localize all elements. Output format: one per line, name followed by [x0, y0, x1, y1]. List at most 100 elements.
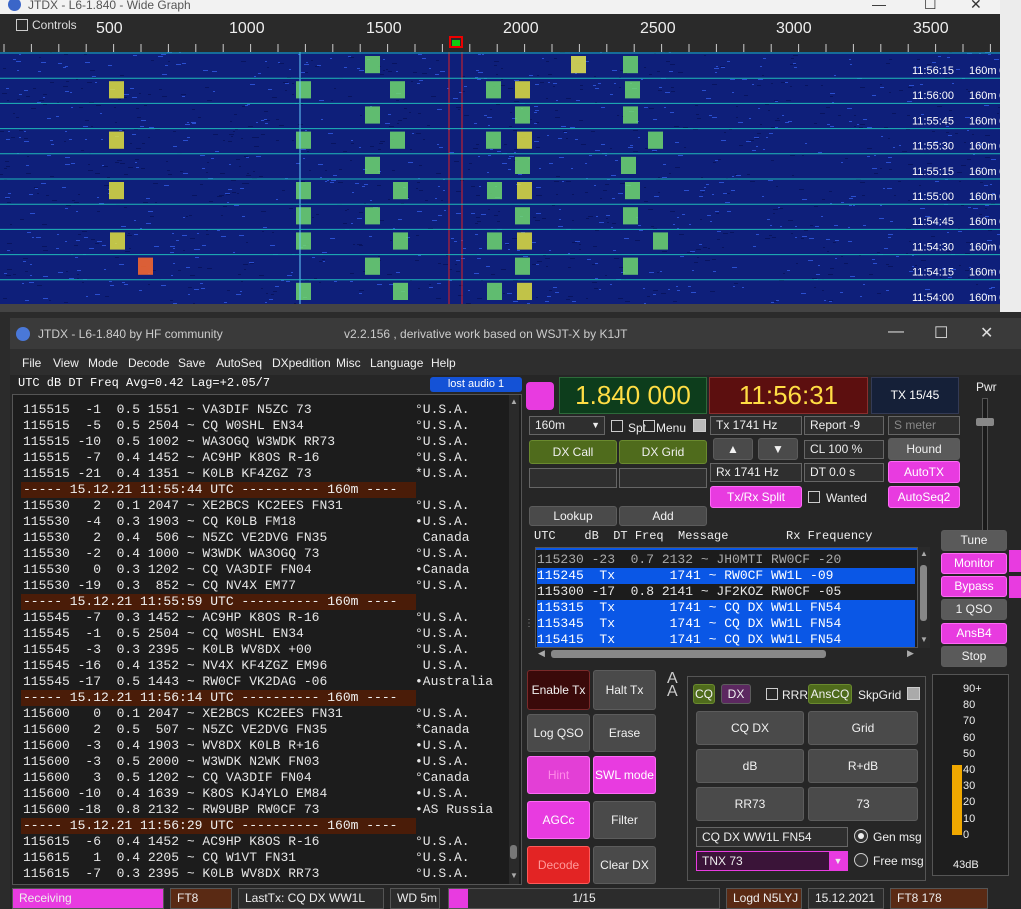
decode-row[interactable]: 115530 2 0.1 2047 ~ XE2BCS KC2EES FN31 [23, 498, 343, 514]
menu-autoseq[interactable]: AutoSeq [216, 356, 262, 370]
band-activity-list[interactable]: ▲ ▼ 115515 -1 0.5 1551 ~ VA3DIF N5ZC 73 °… [12, 394, 522, 885]
decode-row[interactable]: 115515 -21 0.4 1351 ~ K0LB KF4ZGZ 73 [23, 466, 312, 482]
scroll-thumb[interactable] [510, 845, 517, 859]
autoseq2-button[interactable]: AutoSeq2 [888, 486, 960, 508]
rx-window-scrollbar[interactable]: ▲ ▼ [918, 547, 930, 648]
enable-tx-button[interactable]: Enable Tx [527, 670, 590, 710]
pane-splitter-handle[interactable]: ⋮ [524, 618, 534, 638]
minimize-icon[interactable]: — [888, 323, 904, 341]
r-db-button[interactable]: R+dB [808, 749, 918, 783]
menu-dxpedition[interactable]: DXpedition [272, 356, 331, 370]
scroll-up-icon[interactable]: ▲ [510, 397, 518, 406]
clear-dx-button[interactable]: Clear DX [593, 846, 656, 884]
dx-grid-button[interactable]: DX Grid [619, 440, 707, 464]
filter-button[interactable]: Filter [593, 801, 656, 839]
scroll-thumb[interactable] [920, 565, 927, 621]
halt-tx-button[interactable]: Halt Tx [593, 670, 656, 710]
decode-row[interactable]: 115600 -10 0.4 1639 ~ K8OS KJ4YLO EM84 [23, 786, 327, 802]
erase-button[interactable]: Erase [593, 714, 656, 752]
cq-dx-button[interactable]: CQ DX [696, 711, 804, 745]
menu-save[interactable]: Save [178, 356, 205, 370]
hint-button[interactable]: Hint [527, 756, 590, 794]
arrow-up-button[interactable]: ▲ [713, 438, 753, 460]
ansb4-button[interactable]: AnsB4 [941, 623, 1007, 644]
decode-row[interactable]: 115545 -7 0.3 1452 ~ AC9HP K8OS R-16 [23, 610, 319, 626]
decode-row[interactable]: 115530 2 0.4 506 ~ N5ZC VE2DVG FN35 [23, 530, 327, 546]
close-icon[interactable]: ✕ [980, 323, 993, 343]
decode-row[interactable]: 115515 -10 0.5 1002 ~ WA3OGQ W3WDK RR73 [23, 434, 335, 450]
controls-checkbox-box[interactable] [16, 19, 28, 31]
menu-toggle[interactable] [693, 419, 706, 432]
decode-row[interactable]: 115600 0 0.1 2047 ~ XE2BCS KC2EES FN31 [23, 706, 343, 722]
menu-mode[interactable]: Mode [88, 356, 118, 370]
decode-row[interactable]: 115515 -7 0.4 1452 ~ AC9HP K8OS R-16 [23, 450, 319, 466]
minimize-icon[interactable]: — [872, 0, 886, 12]
scroll-right-icon[interactable]: ▶ [907, 648, 914, 659]
rx-row[interactable]: 115415 Tx 1741 ~ CQ DX WW1L FN54 [537, 632, 915, 647]
bypass-button[interactable]: Bypass [941, 576, 1007, 597]
dx-grid-input[interactable] [619, 468, 707, 488]
hscroll-thumb[interactable] [551, 650, 826, 658]
scroll-down-icon[interactable]: ▼ [920, 635, 928, 644]
menu-help[interactable]: Help [431, 356, 456, 370]
decode-row[interactable]: 115530 -2 0.4 1000 ~ W3WDK WA3OGQ 73 [23, 546, 319, 562]
cl-field[interactable]: CL 100 % [804, 440, 884, 459]
band-select[interactable]: 160m ▼ [529, 416, 605, 435]
hound-button[interactable]: Hound [888, 438, 960, 460]
decode-row[interactable]: 115600 -3 0.5 2000 ~ W3WDK N2WK FN03 [23, 754, 319, 770]
waterfall[interactable]: 11:56:15160m6m11:56:00160m6m11:55:45160m… [0, 52, 1000, 304]
scroll-left-icon[interactable]: ◀ [538, 648, 545, 659]
decode-row[interactable]: 115515 -5 0.5 2504 ~ CQ W0SHL EN34 [23, 418, 304, 434]
rx-frequency-marker[interactable] [452, 40, 460, 46]
rx-row[interactable]: 115345 Tx 1741 ~ CQ DX WW1L FN54 [537, 616, 915, 632]
monitor-button[interactable]: Monitor [941, 553, 1007, 574]
decode-row[interactable]: 115545 -16 0.4 1352 ~ NV4X KF4ZGZ EM96 [23, 658, 327, 674]
rx-row[interactable]: 115245 Tx 1741 ~ RW0CF WW1L -09 [537, 568, 915, 584]
font-size-icon[interactable]: AA [667, 671, 678, 700]
band-activity-scrollbar[interactable]: ▲ ▼ [509, 395, 519, 884]
decode-row[interactable]: 115600 -18 0.8 2132 ~ RW9UBP RW0CF 73 [23, 802, 319, 818]
seventy-three-button[interactable]: 73 [808, 787, 918, 821]
spt-checkbox-box[interactable] [611, 420, 623, 432]
free-msg-radio[interactable] [854, 853, 868, 867]
swl-mode-button[interactable]: SWL mode [593, 756, 656, 794]
close-icon[interactable]: ✕ [970, 0, 982, 13]
decode-row[interactable]: 115600 3 0.5 1202 ~ CQ VA3DIF FN04 [23, 770, 312, 786]
spt-checkbox[interactable] [611, 419, 623, 433]
anscq-toggle[interactable]: AnsCQ [808, 684, 852, 704]
decode-row[interactable]: 115530 -19 0.3 852 ~ CQ NV4X EM77 [23, 578, 296, 594]
decode-row[interactable]: 115600 2 0.5 507 ~ N5ZC VE2DVG FN35 [23, 722, 327, 738]
rx-row[interactable]: 115300 -17 0.8 2141 ~ JF2KOZ RW0CF -05 [537, 584, 915, 600]
scroll-down-icon[interactable]: ▼ [510, 871, 518, 880]
power-slider-handle[interactable] [976, 418, 994, 426]
tune-button[interactable]: Tune [941, 530, 1007, 551]
decode-row[interactable]: 115545 -1 0.5 2504 ~ CQ W0SHL EN34 [23, 626, 304, 642]
decode-button[interactable]: Decode [527, 846, 590, 884]
dx-toggle[interactable]: DX [721, 684, 751, 704]
report-field[interactable]: Report -9 [804, 416, 884, 435]
rx-row[interactable]: 115230 -23 0.7 2132 ~ JH0MTI RW0CF -20 [537, 552, 915, 568]
decode-row[interactable]: 115615 -7 0.3 2395 ~ K0LB WV8DX RR73 [23, 866, 319, 882]
wide-graph-scrollbar[interactable] [0, 304, 1000, 312]
log-qso-button[interactable]: Log QSO [527, 714, 590, 752]
menu-misc[interactable]: Misc [336, 356, 361, 370]
rrr-checkbox[interactable] [766, 687, 778, 701]
decode-row[interactable]: 115615 -6 0.4 1452 ~ AC9HP K8OS R-16 [23, 834, 319, 850]
rrr-checkbox-box[interactable] [766, 688, 778, 700]
dt-field[interactable]: DT 0.0 s [804, 463, 884, 482]
add-button[interactable]: Add [619, 506, 707, 526]
rx-frequency-list[interactable]: 115230 -23 0.7 2132 ~ JH0MTI RW0CF -20 11… [535, 547, 918, 648]
free-msg-field[interactable]: TNX 73 ▼ [696, 851, 848, 871]
decode-row[interactable]: 115530 -4 0.3 1903 ~ CQ K0LB FM18 [23, 514, 296, 530]
dx-call-button[interactable]: DX Call [529, 440, 617, 464]
decode-row[interactable]: 115545 -17 0.5 1443 ~ RW0CF VK2DAG -06 [23, 674, 327, 690]
menu-view[interactable]: View [53, 356, 79, 370]
decode-row[interactable]: 115530 0 0.3 1202 ~ CQ VA3DIF FN04 [23, 562, 312, 578]
cq-toggle[interactable]: CQ [693, 684, 715, 704]
lookup-button[interactable]: Lookup [529, 506, 617, 526]
maximize-icon[interactable]: ☐ [934, 323, 948, 343]
maximize-icon[interactable]: ☐ [924, 0, 937, 13]
dx-call-input[interactable] [529, 468, 617, 488]
grid-button[interactable]: Grid [808, 711, 918, 745]
menu-language[interactable]: Language [370, 356, 423, 370]
